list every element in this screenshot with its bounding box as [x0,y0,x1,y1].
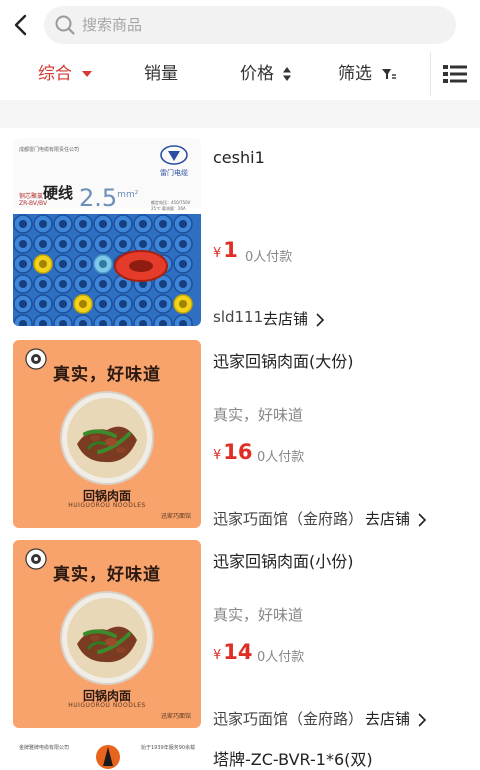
currency-symbol: ¥ [213,246,222,261]
product-price: ¥16 [213,440,253,464]
product-item[interactable]: 真实，好味道 回锅肉面 HUIGUOROU NOODLES 迅家巧面馆 迅家回锅… [0,540,480,740]
top-bar [0,0,480,50]
cable-brand-logo-icon: CRC [160,145,188,165]
chevron-right-icon [418,712,426,727]
tab-filter-label: 筛选 [338,64,372,84]
go-to-store-link[interactable]: 去店铺 [365,708,427,729]
image-company-text: 成都雷门电缆有限责任公司 [19,147,80,153]
product-item[interactable]: 成都雷门电缆有限责任公司 CRC 雷门电缆 铜芯聚氯硬线 ZR-BV/BV 2.… [0,138,480,338]
currency-symbol: ¥ [213,448,222,463]
shop-name: sld111 [213,308,264,326]
brand-logo: CRC 雷门电缆 [159,144,189,178]
back-button[interactable] [8,8,36,42]
product-description: 真实，好味道 [213,606,304,624]
shop-name: 迅家巧面馆（金府路） [213,710,364,728]
image-dish-english: HUIGUOROU NOODLES [68,502,146,509]
image-maker: 迅家巧面馆 [160,513,191,520]
image-slogan: 真实，好味道 [53,365,161,385]
sort-updown-icon [283,67,292,81]
tab-sales-label: 销量 [144,64,178,84]
product-price: ¥14 [213,640,253,664]
cable-spec-line: 25℃ 载流量：26A [151,206,186,211]
section-divider [0,100,480,128]
go-to-store-label: 去店铺 [263,310,309,328]
price-value: 16 [223,440,253,464]
product-price: ¥1 [213,238,238,262]
price-value: 14 [223,640,253,664]
image-note-text: 始于1939年服务90余载 [141,745,196,751]
product-image[interactable]: 金牌雅牌电缆有限公司 始于1939年服务90余载 [13,740,201,770]
price-value: 1 [223,238,238,262]
caret-down-icon [82,71,93,77]
product-name[interactable]: 塔牌-ZC-BVR-1*6(双) [213,746,373,770]
go-to-store-link[interactable]: 去店铺 [263,308,325,329]
brand-name: 雷门电缆 [160,169,188,177]
filter-tabs: 综合 销量 价格 筛选 [0,52,480,96]
cable-size-unit: mm² [117,190,139,200]
tab-price-label: 价格 [240,64,274,84]
search-input[interactable] [82,6,442,44]
paid-count: 0人付款 [257,450,305,465]
cable-size-text: 2.5mm² [79,184,138,212]
svg-text:CRC: CRC [169,147,180,153]
cable-size-value: 2.5 [79,184,118,212]
currency-symbol: ¥ [213,648,222,663]
product-name[interactable]: ceshi1 [213,148,265,167]
back-arrow-icon [14,14,27,36]
product-image[interactable]: 真实，好味道 回锅肉面 HUIGUOROU NOODLES 迅家巧面馆 [13,540,201,728]
go-to-store-link[interactable]: 去店铺 [365,508,427,529]
chevron-right-icon [418,512,426,527]
cable-coils-graphic [13,214,201,326]
go-to-store-label: 去店铺 [365,510,411,528]
chevron-right-icon [316,312,324,327]
image-slogan: 真实，好味道 [53,565,161,585]
cable-type-prefix: 铜芯聚氯 [19,193,44,200]
product-image[interactable]: 真实，好味道 回锅肉面 HUIGUOROU NOODLES 迅家巧面馆 [13,340,201,528]
shop-name: 迅家巧面馆（金府路） [213,510,364,528]
cable-model-text: ZR-BV/BV [19,200,48,207]
noodle-bowl-graphic [60,391,154,485]
image-maker: 迅家巧面馆 [160,713,191,720]
noodle-bowl-graphic [60,591,154,685]
product-description: 真实，好味道 [213,406,304,424]
paid-count: 0人付款 [257,650,305,665]
paid-count: 0人付款 [245,250,293,265]
tab-comprehensive[interactable]: 综合 [38,52,93,96]
cable-type-main: 硬线 [43,184,74,202]
tab-filter[interactable]: 筛选 [338,52,397,96]
list-view-toggle[interactable] [430,52,480,96]
search-icon [55,15,75,35]
product-name[interactable]: 迅家回锅肉面(大份) [213,348,354,372]
cable-spec-text: 额定电压：450/750V 25℃ 载流量：26A [151,200,190,212]
image-dish-english: HUIGUOROU NOODLES [68,702,146,709]
product-name[interactable]: 迅家回锅肉面(小份) [213,548,354,572]
search-bar[interactable] [44,6,456,44]
filter-funnel-icon [382,69,397,79]
tab-price[interactable]: 价格 [240,52,292,96]
go-to-store-label: 去店铺 [365,710,411,728]
tab-comprehensive-label: 综合 [38,64,72,84]
product-image[interactable]: 成都雷门电缆有限责任公司 CRC 雷门电缆 铜芯聚氯硬线 ZR-BV/BV 2.… [13,138,201,326]
list-view-icon [443,65,467,83]
tab-sales[interactable]: 销量 [144,52,178,96]
tower-brand-logo-icon [96,745,120,769]
image-company-text: 金牌雅牌电缆有限公司 [19,745,70,751]
product-item[interactable]: 金牌雅牌电缆有限公司 始于1939年服务90余载 塔牌-ZC-BVR-1*6(双… [0,740,480,770]
product-item[interactable]: 真实，好味道 回锅肉面 HUIGUOROU NOODLES 迅家巧面馆 迅家回锅… [0,340,480,540]
